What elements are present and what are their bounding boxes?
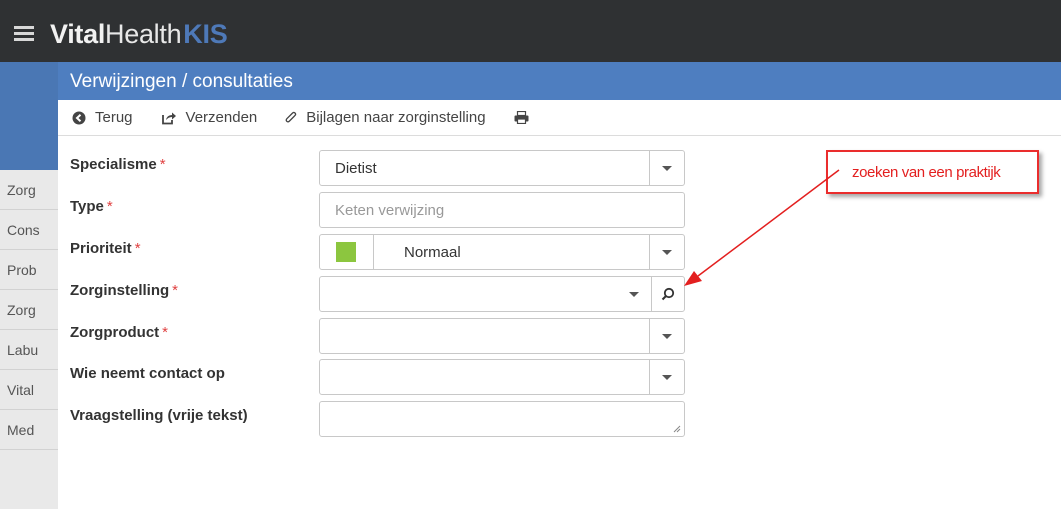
specialisme-dropdown-toggle[interactable] [649,151,684,185]
zorgproduct-row: Zorgproduct * [70,318,690,354]
prioriteit-select[interactable]: Normaal [319,234,685,270]
zorgproduct-label: Zorgproduct * [70,324,168,341]
dialog-title: Verwijzingen / consultaties [58,62,1061,100]
sidebar-item[interactable]: Vital [0,370,58,410]
specialisme-label: Specialisme * [70,156,166,173]
divider [373,235,374,269]
sidebar-item[interactable]: Cons [0,210,58,250]
prioriteit-row: Prioriteit * Normaal [70,234,690,270]
type-placeholder: Keten verwijzing [335,202,445,219]
sidebar-item[interactable]: Med [0,410,58,450]
specialisme-select[interactable]: Dietist [319,150,685,186]
sidebar-item[interactable]: Zorg [0,170,58,210]
sidebar-item[interactable]: Zorg [0,290,58,330]
sidebar: Zorg Cons Prob Zorg Labu Vital Med [0,170,58,509]
zorginstelling-row: Zorginstelling * [70,276,690,312]
zorgproduct-select[interactable] [319,318,685,354]
brand-part-3: KIS [183,19,228,49]
specialisme-row: Specialisme * Dietist [70,150,690,186]
sidebar-header [0,62,58,170]
search-icon [661,287,675,301]
zorgproduct-dropdown-toggle[interactable] [649,319,684,353]
back-label: Terug [95,109,133,126]
contact-label: Wie neemt contact op [70,365,225,382]
sidebar-item[interactable]: Labu [0,330,58,370]
required-marker: * [172,282,179,299]
chevron-down-icon [662,374,672,380]
priority-color-swatch [336,242,356,262]
brand-part-1: Vital [50,19,106,49]
sidebar-item[interactable]: Prob [0,250,58,290]
back-button[interactable]: Terug [72,109,133,126]
prioriteit-label: Prioriteit * [70,240,141,257]
chevron-down-icon [662,333,672,339]
required-marker: * [106,198,113,215]
attachments-label: Bijlagen naar zorginstelling [306,109,486,126]
required-marker: * [159,156,166,173]
annotation-text: zoeken van een praktijk [852,164,1001,181]
contact-dropdown-toggle[interactable] [649,360,684,394]
chevron-down-icon [662,249,672,255]
required-marker: * [134,240,141,257]
top-bar: VitalHealthKIS [0,0,1061,62]
attachments-button[interactable]: Bijlagen naar zorginstelling [285,109,486,126]
zorginstelling-label: Zorginstelling * [70,282,179,299]
send-label: Verzenden [185,109,258,126]
annotation-callout: zoeken van een praktijk [826,150,1039,194]
app-logo: VitalHealthKIS [50,19,228,50]
paperclip-icon [285,111,297,123]
zorginstelling-search-button[interactable] [651,277,684,311]
referral-dialog: Verwijzingen / consultaties Terug Verzen… [58,62,1061,509]
printer-icon [514,111,529,124]
brand-part-2: Health [105,19,182,49]
type-label: Type * [70,198,113,215]
vraagstelling-row: Vraagstelling (vrije tekst) [70,401,690,437]
specialisme-value: Dietist [335,160,377,177]
back-arrow-icon [72,111,86,124]
share-icon [161,112,176,124]
contact-select[interactable] [319,359,685,395]
dialog-toolbar: Terug Verzenden Bijlagen naar zorginstel… [58,100,1061,136]
prioriteit-dropdown-toggle[interactable] [649,235,684,269]
vraagstelling-label: Vraagstelling (vrije tekst) [70,407,248,424]
required-marker: * [162,324,168,341]
contact-row: Wie neemt contact op [70,359,690,395]
send-button[interactable]: Verzenden [161,109,258,126]
vraagstelling-textarea[interactable] [319,401,685,437]
print-button[interactable] [514,111,538,124]
type-row: Type * Keten verwijzing [70,192,690,228]
prioriteit-value: Normaal [404,244,461,261]
type-input[interactable]: Keten verwijzing [319,192,685,228]
resize-handle-icon[interactable] [673,425,681,433]
chevron-down-icon[interactable] [629,292,639,297]
zorginstelling-select[interactable] [319,276,685,312]
hamburger-menu-icon[interactable] [14,26,34,42]
chevron-down-icon [662,165,672,171]
